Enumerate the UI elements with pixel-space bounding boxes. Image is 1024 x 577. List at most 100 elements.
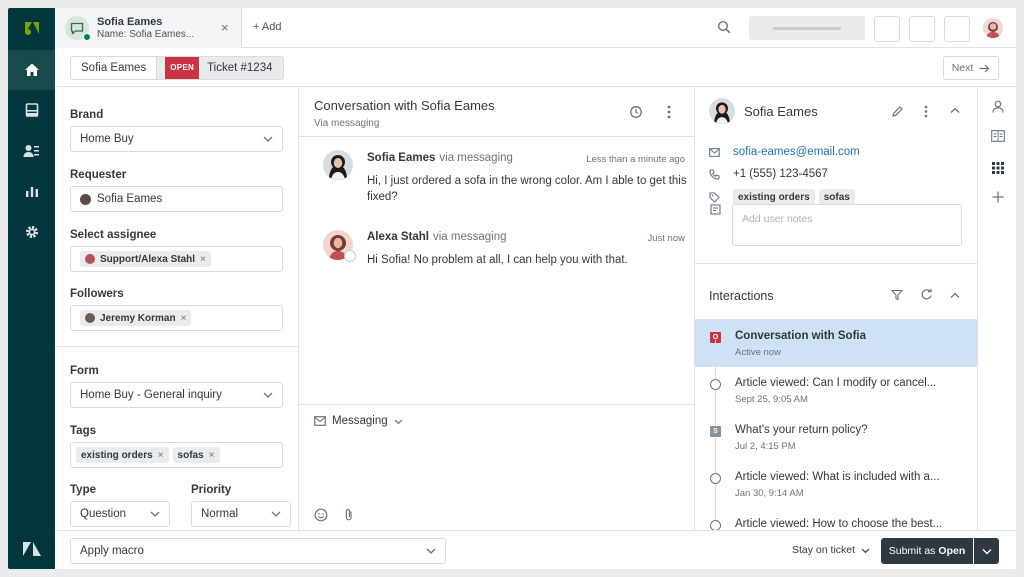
filter-icon[interactable] [891,289,903,301]
assignee-field[interactable]: Support/Alexa Stahl × [70,246,283,272]
ticket-tab[interactable]: Sofia Eames Name: Sofia Eames... × [55,8,242,48]
user-notes-input[interactable]: Add user notes [732,204,962,246]
search-icon[interactable] [717,20,731,37]
remove-tag-icon[interactable]: × [209,450,215,461]
home-icon[interactable] [8,50,55,90]
followers-field[interactable]: Jeremy Korman × [70,305,283,331]
zendesk-z-icon[interactable] [8,529,55,569]
interaction-item[interactable]: O Conversation with Sofia Active now [695,320,978,367]
edit-pencil-icon[interactable] [891,105,904,118]
chevron-down-icon [263,136,273,142]
more-options-icon[interactable] [924,105,928,118]
conversation-title: Conversation with Sofia Eames [314,98,495,113]
collapse-chevron-icon[interactable] [950,107,960,114]
message-timestamp: Just now [647,233,686,244]
settings-gear-icon[interactable] [8,212,55,252]
priority-value: Normal [201,508,239,520]
tag-label: sofas [177,449,204,461]
type-label: Type [70,484,96,496]
top-action-button-1[interactable] [874,16,900,42]
chevron-down-icon [426,548,436,554]
stay-on-ticket-select[interactable]: Stay on ticket [792,544,870,556]
form-select[interactable]: Home Buy - General inquiry [70,382,283,408]
customer-phone-row: +1 (555) 123-4567 [709,168,828,180]
more-options-icon[interactable] [667,105,671,119]
message-author: Alexa Stahl via messaging [367,231,507,243]
interaction-item[interactable]: Article viewed: Can I modify or cancel..… [695,367,978,414]
phone-icon [709,168,723,180]
top-action-button-2[interactable] [909,16,935,42]
followers-label: Followers [70,288,124,300]
tag-pill: sofas × [172,447,220,463]
knowledge-icon[interactable] [990,128,1005,143]
collapse-chevron-icon[interactable] [950,292,960,299]
type-value: Question [80,508,127,520]
mail-icon [314,416,326,426]
breadcrumb-ticket[interactable]: OPEN Ticket #1234 [157,57,283,79]
follower-avatar [85,313,95,323]
reporting-icon[interactable] [8,171,55,211]
submit-button[interactable]: Submit as Open [881,538,973,564]
top-bar-placeholder[interactable] [749,16,865,40]
interaction-title: Article viewed: What is included with a.… [735,471,940,483]
submit-options-button[interactable] [974,538,999,564]
next-button[interactable]: Next [943,56,999,80]
interaction-title: Article viewed: How to choose the best..… [735,518,943,530]
assignee-pill: Support/Alexa Stahl × [80,251,211,267]
customers-icon[interactable] [8,131,55,171]
channel-select[interactable]: Messaging [314,415,403,427]
submit-prefix: Submit as [888,545,936,557]
conversation-subtitle: Via messaging [314,118,380,129]
nav-rail [8,8,55,569]
brand-select[interactable]: Home Buy [70,126,283,152]
agent-avatar[interactable] [983,18,1003,38]
remove-tag-icon[interactable]: × [158,450,164,461]
brand-value: Home Buy [80,133,134,145]
message-composer-input[interactable] [314,433,679,503]
history-icon[interactable] [629,105,643,119]
apps-rail [977,88,1016,530]
interaction-item[interactable]: Article viewed: What is included with a.… [695,461,978,508]
add-app-icon[interactable] [990,189,1005,204]
add-tab-button[interactable]: + Add [253,21,281,33]
zendesk-logo-icon[interactable] [8,8,55,48]
remove-assignee-icon[interactable]: × [200,254,206,265]
follower-pill: Jeremy Korman × [80,310,192,326]
apply-macro-select[interactable]: Apply macro [70,538,446,564]
assignee-value: Support/Alexa Stahl [100,253,196,265]
refresh-icon[interactable] [920,288,933,301]
interaction-item[interactable]: S What's your return policy? Jul 2, 4:15… [695,414,978,461]
chevron-down-icon [982,548,991,554]
emoji-icon[interactable] [314,508,328,522]
priority-select[interactable]: Normal [191,501,291,527]
requester-avatar [80,193,91,205]
interaction-title: Conversation with Sofia [735,330,866,342]
ticket-id: Ticket #1234 [207,62,273,74]
submit-status: Open [938,545,966,557]
form-label: Form [70,365,99,377]
form-value: Home Buy - General inquiry [80,389,222,401]
apps-grid-icon[interactable] [990,160,1005,175]
close-tab-icon[interactable]: × [221,20,229,35]
type-select[interactable]: Question [70,501,170,527]
tags-field[interactable]: existing orders × sofas × [70,442,283,468]
chevron-down-icon [150,511,160,517]
views-icon[interactable] [8,90,55,130]
interaction-item[interactable]: Article viewed: How to choose the best..… [695,508,978,530]
assignee-avatar [85,254,95,264]
remove-follower-icon[interactable]: × [181,313,187,324]
requester-field[interactable]: Sofia Eames [70,186,283,212]
attachment-icon[interactable] [343,508,355,522]
customer-tag[interactable]: sofas [818,189,855,205]
customer-tag[interactable]: existing orders [733,189,815,205]
mail-icon [709,147,723,157]
brand-label: Brand [70,109,104,121]
customer-email-link[interactable]: sofia-eames@email.com [733,146,860,158]
conversation-panel: Conversation with Sofia Eames Via messag… [299,88,694,530]
interaction-subtitle: Active now [735,347,781,358]
agent-badge-icon [344,250,356,262]
breadcrumb-requester[interactable]: Sofia Eames [71,57,158,79]
top-action-button-3[interactable] [944,16,970,42]
user-profile-icon[interactable] [990,99,1005,114]
tags-label: Tags [70,425,96,437]
